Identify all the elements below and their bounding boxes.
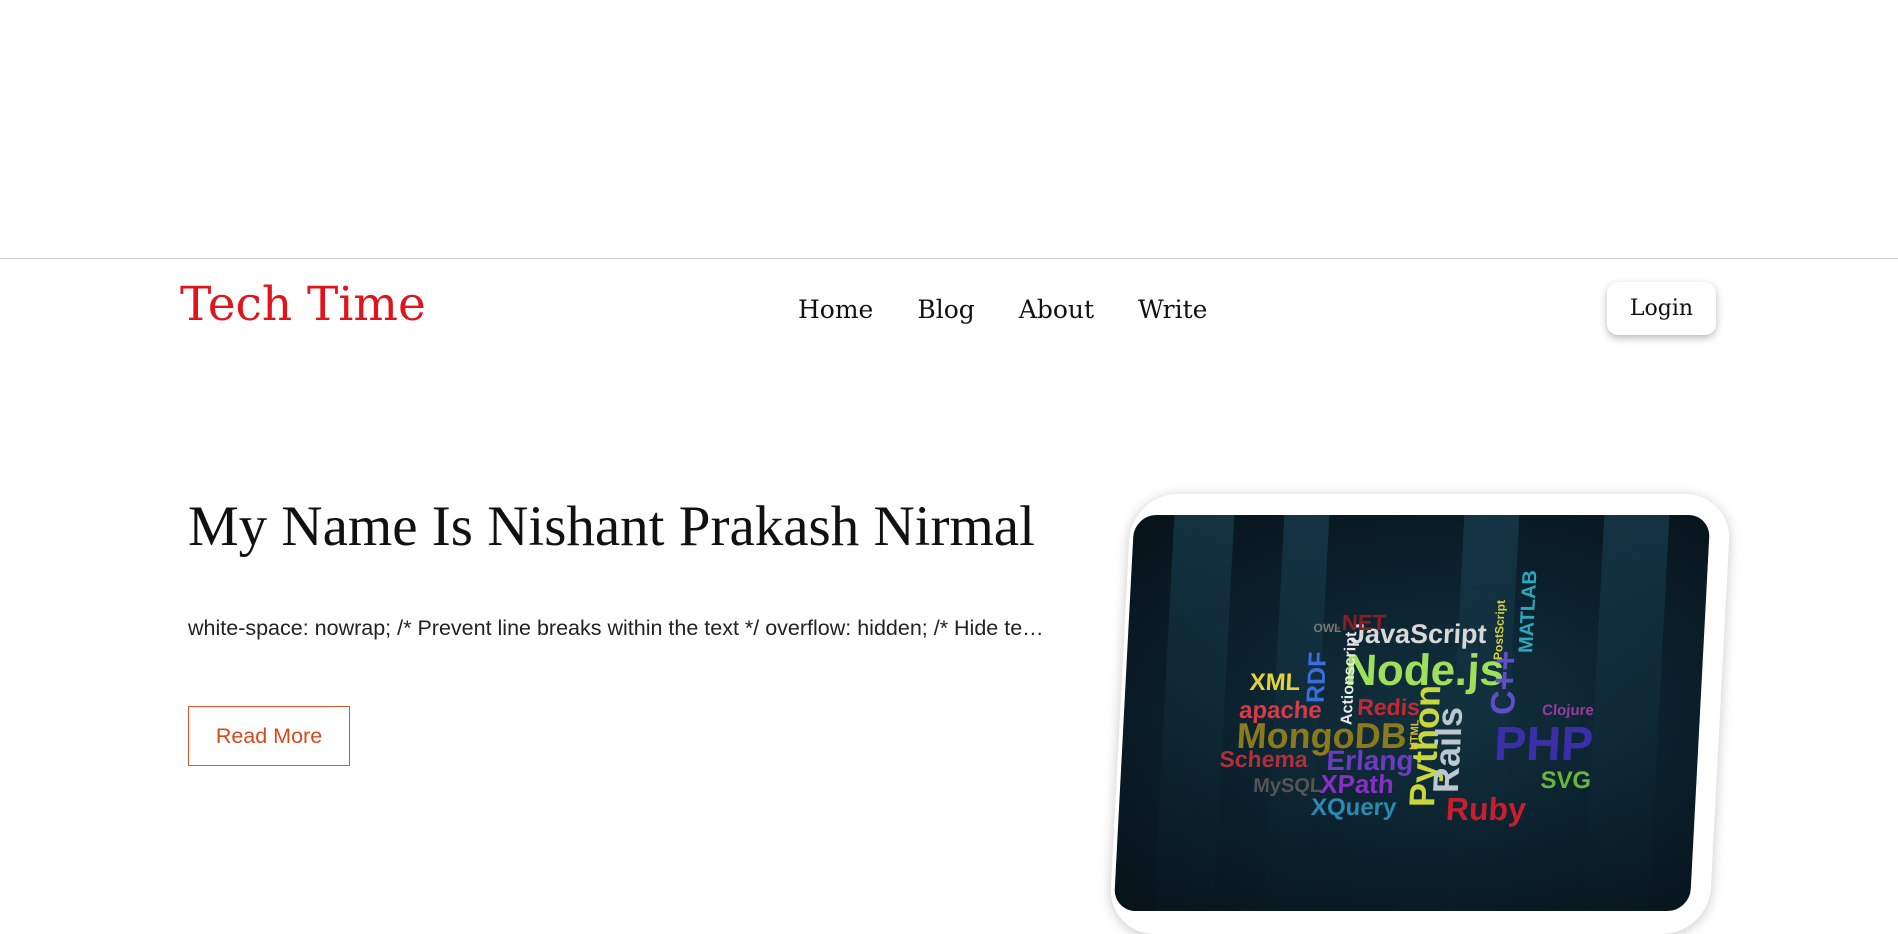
word-cloud-term: OWL <box>1313 621 1342 635</box>
word-cloud-term: PHP <box>1493 718 1594 771</box>
top-blank-area <box>0 0 1898 258</box>
word-cloud-term: MySQL <box>1253 775 1323 797</box>
nav-about[interactable]: About <box>1019 290 1094 330</box>
tech-word-cloud: JavaScriptNode.jsXML RDF Actionscriptapach… <box>1153 515 1670 911</box>
hero-description: white-space: nowrap; /* Prevent line bre… <box>188 616 1048 640</box>
word-cloud-term: RDF <box>1302 652 1333 703</box>
read-more-button[interactable]: Read More <box>188 706 350 766</box>
word-cloud-term: SVG <box>1540 767 1592 794</box>
word-cloud-term: .NET <box>1335 610 1387 635</box>
word-cloud-term: Ruby <box>1445 791 1527 827</box>
code-column <box>1153 515 1235 911</box>
word-cloud-term: XML <box>1249 669 1301 696</box>
main-nav: Home Blog About Write <box>798 290 1207 330</box>
login-button[interactable]: Login <box>1607 282 1716 335</box>
nav-home[interactable]: Home <box>798 290 873 330</box>
hero-image: JavaScript Node.js XML RDF Actionscript apach… <box>1113 515 1711 911</box>
word-cloud-term: HTML <box>1408 719 1422 750</box>
word-cloud-term: Schema <box>1219 746 1309 772</box>
hero-title: My Name Is Nishant Prakash Nirmal <box>188 495 1035 558</box>
nav-blog[interactable]: Blog <box>917 290 974 330</box>
word-cloud-term: MATLAB <box>1515 570 1541 653</box>
site-logo[interactable]: Tech Time <box>180 275 426 335</box>
word-cloud-term: Rails <box>1425 707 1470 793</box>
header-divider <box>0 258 1898 259</box>
nav-write[interactable]: Write <box>1138 290 1207 330</box>
code-column <box>1583 515 1670 911</box>
word-cloud-term: Clojure <box>1542 702 1595 719</box>
word-cloud-term: XQuery <box>1310 794 1397 821</box>
